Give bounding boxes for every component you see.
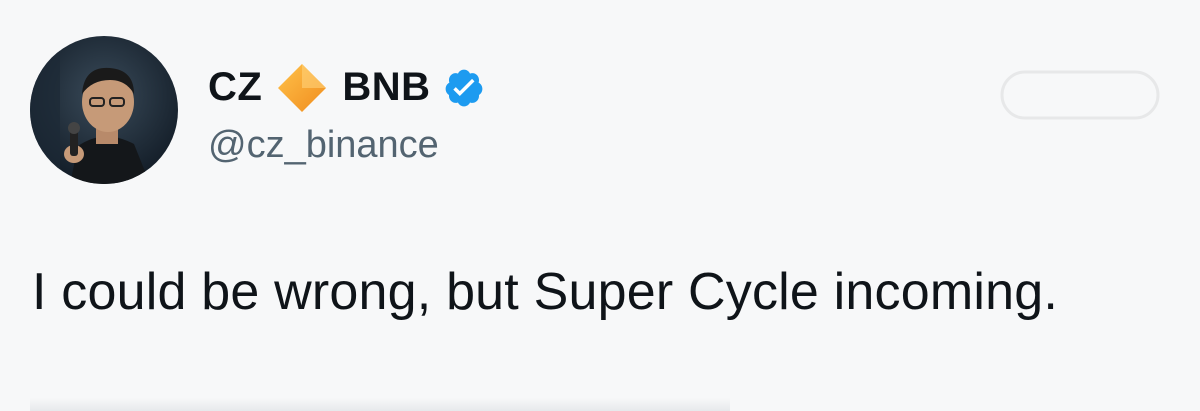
avatar-photo [30,36,178,184]
tweet-card: CZ BNB @cz_binance I could be wrong, but… [0,0,1200,411]
faded-follow-button-icon [1000,70,1160,120]
display-name-part2[interactable]: BNB [342,65,430,110]
display-name-row[interactable]: CZ BNB [208,58,485,118]
author-identity[interactable]: CZ BNB @cz_binance [208,54,485,167]
author-handle[interactable]: @cz_binance [208,124,485,167]
verified-badge-icon [443,67,485,109]
orange-diamond-icon [274,60,330,116]
tweet-text: I could be wrong, but Super Cycle incomi… [32,263,1059,321]
avatar[interactable] [30,36,178,184]
display-name-part1[interactable]: CZ [208,65,262,110]
divider [30,398,730,411]
tweet-header: CZ BNB @cz_binance [30,36,485,184]
